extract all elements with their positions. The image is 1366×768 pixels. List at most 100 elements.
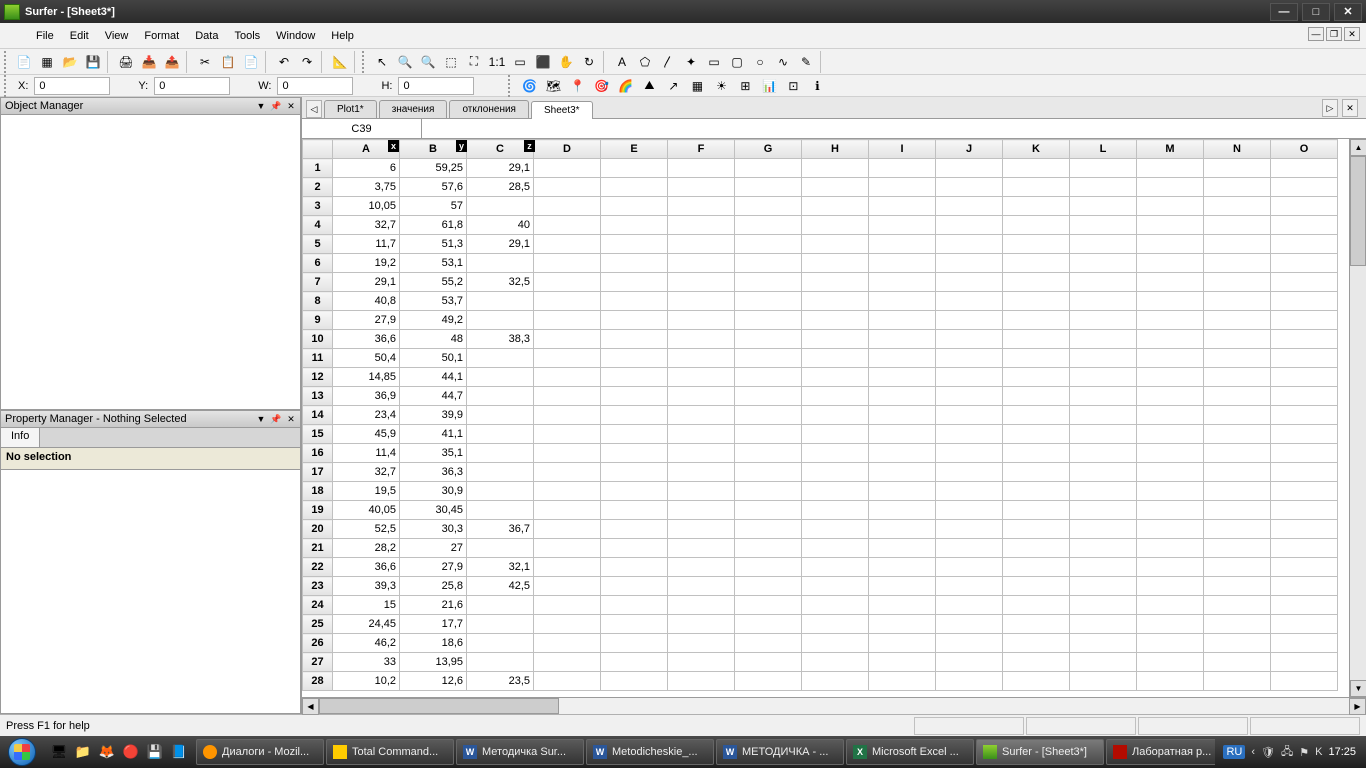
cell[interactable]: [735, 368, 802, 387]
cell[interactable]: [534, 197, 601, 216]
cell[interactable]: [1204, 330, 1271, 349]
cell[interactable]: [467, 254, 534, 273]
cell[interactable]: 51,3: [400, 235, 467, 254]
panel-pin-icon[interactable]: 📌: [269, 99, 283, 113]
cell[interactable]: [1137, 235, 1204, 254]
cell[interactable]: [534, 482, 601, 501]
cell[interactable]: [1003, 254, 1070, 273]
cell[interactable]: [1070, 444, 1137, 463]
cell[interactable]: [735, 539, 802, 558]
cell[interactable]: [601, 520, 668, 539]
cell[interactable]: 18,6: [400, 634, 467, 653]
cell[interactable]: [936, 577, 1003, 596]
column-header[interactable]: L: [1070, 140, 1137, 159]
cell[interactable]: [1070, 577, 1137, 596]
cell[interactable]: [668, 615, 735, 634]
cell[interactable]: 6: [333, 159, 400, 178]
cell[interactable]: [802, 349, 869, 368]
cell[interactable]: [869, 159, 936, 178]
cell[interactable]: [735, 653, 802, 672]
cell[interactable]: [534, 425, 601, 444]
cell[interactable]: [802, 596, 869, 615]
zoom-rect-button[interactable]: ⬚: [440, 51, 462, 73]
redraw-button[interactable]: ↻: [578, 51, 600, 73]
cell[interactable]: 32,7: [333, 216, 400, 235]
cell[interactable]: [936, 634, 1003, 653]
cell[interactable]: [1137, 653, 1204, 672]
column-header[interactable]: D: [534, 140, 601, 159]
cell[interactable]: 13,95: [400, 653, 467, 672]
cell[interactable]: [936, 387, 1003, 406]
cell[interactable]: 41,1: [400, 425, 467, 444]
cell[interactable]: [534, 672, 601, 691]
cell[interactable]: [1271, 520, 1338, 539]
grid-info-button[interactable]: ℹ: [806, 75, 828, 97]
cell[interactable]: [668, 406, 735, 425]
cell[interactable]: [1137, 292, 1204, 311]
cell[interactable]: [668, 349, 735, 368]
cell[interactable]: [1271, 330, 1338, 349]
cell[interactable]: [1271, 387, 1338, 406]
cell[interactable]: [1204, 349, 1271, 368]
cell[interactable]: [1003, 159, 1070, 178]
cell[interactable]: [668, 520, 735, 539]
column-header[interactable]: O: [1271, 140, 1338, 159]
scroll-up-button[interactable]: ▲: [1350, 139, 1366, 156]
quick-launch-opera[interactable]: 🔴: [120, 740, 142, 764]
cell[interactable]: [869, 349, 936, 368]
cell[interactable]: [467, 482, 534, 501]
row-header[interactable]: 16: [303, 444, 333, 463]
cell[interactable]: [1070, 349, 1137, 368]
cell[interactable]: [936, 615, 1003, 634]
cell[interactable]: [1204, 254, 1271, 273]
cell[interactable]: [668, 197, 735, 216]
cell[interactable]: [936, 596, 1003, 615]
vertical-scrollbar[interactable]: ▲ ▼: [1349, 139, 1366, 697]
panel-dropdown-icon[interactable]: ▼: [254, 99, 268, 113]
new-grid-button[interactable]: ▦: [36, 51, 58, 73]
panel-close-icon[interactable]: ✕: [284, 99, 298, 113]
cell[interactable]: [534, 463, 601, 482]
cell[interactable]: [1204, 273, 1271, 292]
object-manager-body[interactable]: [0, 115, 301, 410]
cell[interactable]: [869, 444, 936, 463]
start-button[interactable]: [2, 737, 42, 767]
cell[interactable]: [869, 235, 936, 254]
cell[interactable]: [869, 615, 936, 634]
cell[interactable]: [1204, 463, 1271, 482]
cell[interactable]: [1137, 387, 1204, 406]
cell[interactable]: [869, 482, 936, 501]
cell[interactable]: [1271, 653, 1338, 672]
cell[interactable]: [1137, 634, 1204, 653]
property-manager-header[interactable]: Property Manager - Nothing Selected ▼ 📌 …: [0, 410, 301, 428]
cell[interactable]: [1070, 311, 1137, 330]
cell[interactable]: [1070, 501, 1137, 520]
cell[interactable]: [1204, 311, 1271, 330]
row-header[interactable]: 18: [303, 482, 333, 501]
toolbar-handle[interactable]: [4, 51, 10, 73]
cell[interactable]: 14,85: [333, 368, 400, 387]
cell[interactable]: [936, 501, 1003, 520]
cell[interactable]: [802, 330, 869, 349]
hscroll-thumb[interactable]: [319, 698, 559, 714]
cell[interactable]: [735, 577, 802, 596]
cell[interactable]: [601, 292, 668, 311]
cell[interactable]: [936, 330, 1003, 349]
cell[interactable]: [1271, 235, 1338, 254]
cell[interactable]: [1271, 292, 1338, 311]
zoom-sel-button[interactable]: ⬛: [532, 51, 554, 73]
taskbar-button[interactable]: WMetodicheskie_...: [586, 739, 714, 765]
tab-scroll-left-icon[interactable]: ◁: [306, 100, 322, 118]
cell[interactable]: [1271, 159, 1338, 178]
cell[interactable]: [1070, 216, 1137, 235]
base-map-button[interactable]: 🗺: [542, 75, 564, 97]
cell[interactable]: [869, 520, 936, 539]
cell[interactable]: [936, 216, 1003, 235]
cell[interactable]: [467, 501, 534, 520]
cell[interactable]: [1137, 311, 1204, 330]
cell[interactable]: [1003, 596, 1070, 615]
panel-dropdown-icon[interactable]: ▼: [254, 412, 268, 426]
cell[interactable]: [534, 596, 601, 615]
zoom-fit-button[interactable]: ⛶: [463, 51, 485, 73]
row-header[interactable]: 28: [303, 672, 333, 691]
